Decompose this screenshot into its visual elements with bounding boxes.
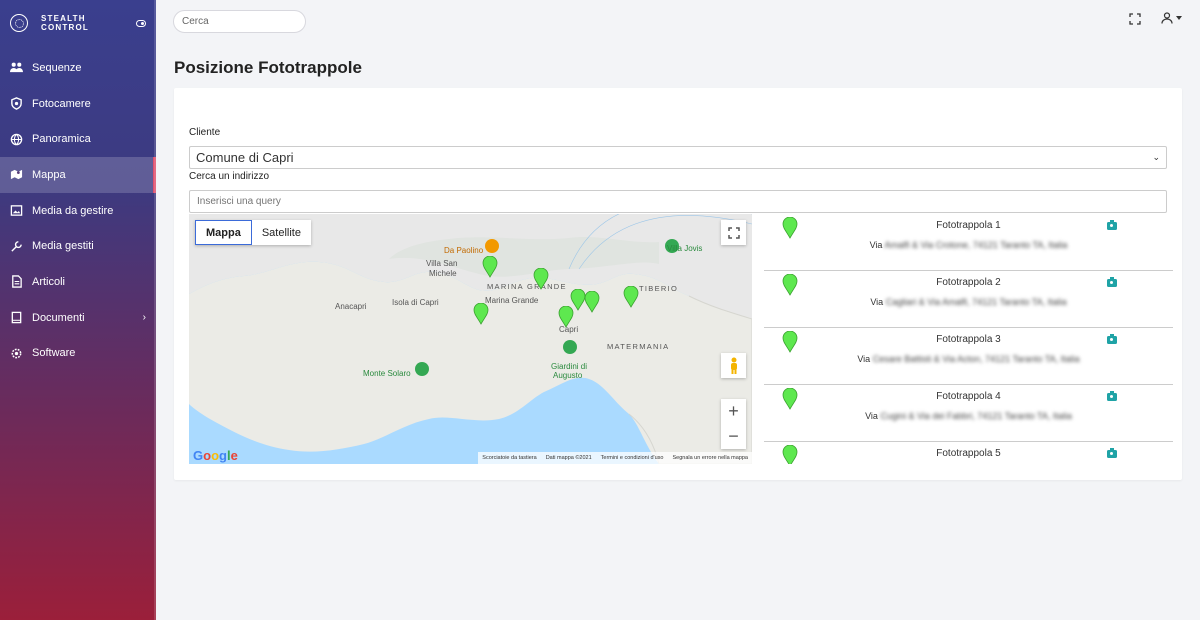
group-icon — [10, 61, 23, 74]
trap-marker[interactable] — [558, 306, 574, 328]
map-label-marina-grande: Marina Grande — [485, 296, 539, 305]
pegman-icon — [730, 357, 737, 374]
list-item[interactable]: Fototrappola 2 Via Cagliari & Via Amalfi… — [764, 271, 1173, 328]
wrench-icon — [10, 240, 23, 253]
report-error-link[interactable]: Segnala un errore nella mappa — [672, 455, 748, 461]
trap-marker[interactable] — [623, 286, 639, 308]
search-input[interactable] — [173, 10, 306, 33]
page-title: Posizione Fototrappole — [174, 58, 362, 77]
sidebar-item-sequenze[interactable]: Sequenze — [0, 50, 156, 86]
map-label-anacapri: Anacapri — [335, 302, 367, 311]
trap-marker[interactable] — [473, 303, 489, 325]
map-label-monte-solaro: Monte Solaro — [363, 369, 411, 378]
map-type-satellite-button[interactable]: Satellite — [252, 220, 311, 245]
globe-icon — [10, 133, 23, 146]
sidebar-item-articoli[interactable]: Articoli — [0, 264, 156, 300]
camera-icon[interactable] — [1107, 220, 1117, 230]
zoom-out-button[interactable]: − — [721, 424, 746, 449]
sidebar-item-label: Media gestiti — [32, 240, 94, 253]
camera-icon[interactable] — [1107, 391, 1117, 401]
brand-logo-icon — [10, 14, 28, 32]
caret-down-icon — [1176, 16, 1182, 20]
map-label-matermania: MATERMANIA — [607, 342, 670, 351]
map-label-marina-grande-caps: MARINA GRANDE — [487, 282, 567, 291]
chevron-down-icon: ⌄ — [1152, 152, 1160, 162]
list-item[interactable]: Fototrappola 5 — [764, 442, 1173, 464]
zoom-in-button[interactable]: + — [721, 399, 746, 424]
trap-marker[interactable] — [584, 291, 600, 313]
address-query-input[interactable] — [189, 190, 1167, 213]
list-item[interactable]: Fototrappola 3 Via Cesare Battisti & Via… — [764, 328, 1173, 385]
camera-icon[interactable] — [1107, 448, 1117, 458]
sidebar-item-label: Articoli — [32, 275, 66, 288]
address-label: Cerca un indirizzo — [189, 171, 270, 182]
user-icon — [1161, 12, 1173, 24]
map-icon — [10, 168, 23, 181]
map-type-map-button[interactable]: Mappa — [195, 220, 252, 245]
sidebar-item-fotocamere[interactable]: Fotocamere — [0, 86, 156, 122]
sidebar-item-media-da-gestire[interactable]: Media da gestire — [0, 193, 156, 229]
map-fullscreen-button[interactable] — [721, 220, 746, 245]
trap-list: Fototrappola 1 Via Amalfi & Via Crotone,… — [764, 214, 1173, 464]
sidebar-item-panoramica[interactable]: Panoramica — [0, 121, 156, 157]
fullscreen-icon[interactable] — [1129, 12, 1141, 25]
sidebar-item-software[interactable]: Software — [0, 336, 156, 372]
map-label-isola: Isola di Capri — [392, 298, 439, 307]
trap-marker[interactable] — [482, 256, 498, 278]
client-select[interactable]: Comune di Capri ⌄ — [189, 146, 1167, 169]
trap-address: Via Cugini & Via dei Fabbri, 74121 Taran… — [865, 411, 1072, 421]
document-icon — [10, 275, 23, 289]
settings-icon — [10, 347, 23, 360]
sidebar-item-label: Media da gestire — [32, 204, 114, 217]
trap-address: Via Cagliari & Via Amalfi, 74121 Taranto… — [870, 297, 1067, 307]
camera-icon[interactable] — [1107, 334, 1117, 344]
chevron-right-icon: › — [142, 312, 146, 324]
map-label-da-paolino: Da Paolino — [444, 246, 484, 255]
map-label-tiberio: TIBERIO — [639, 284, 679, 293]
client-select-value: Comune di Capri — [196, 150, 294, 165]
sidebar-toggle-icon[interactable] — [136, 19, 146, 27]
sidebar-item-label: Software — [32, 347, 76, 360]
sidebar-item-label: Fotocamere — [32, 97, 91, 110]
map-label-giardini: Giardini di — [551, 362, 588, 371]
google-logo: Google — [193, 448, 238, 463]
client-label: Cliente — [189, 127, 221, 138]
sidebar: STEALTH CONTROL Sequenze Fotocamere Pano… — [0, 0, 156, 620]
street-view-button[interactable] — [721, 353, 746, 378]
book-icon — [10, 311, 23, 324]
list-item[interactable]: Fototrappola 4 Via Cugini & Via dei Fabb… — [764, 385, 1173, 442]
trap-marker[interactable] — [533, 268, 549, 290]
sidebar-item-label: Panoramica — [32, 133, 91, 146]
trap-address: Via Amalfi & Via Crotone, 74121 Taranto … — [869, 240, 1068, 250]
terms-link[interactable]: Termini e condizioni d'uso — [601, 455, 664, 461]
brand-name: STEALTH CONTROL — [41, 14, 89, 32]
sidebar-item-mappa[interactable]: Mappa — [0, 157, 156, 193]
user-menu[interactable] — [1161, 12, 1182, 24]
sidebar-item-label: Sequenze — [32, 61, 82, 74]
brand: STEALTH CONTROL — [0, 0, 156, 46]
map-label-villa-san-michele: Villa San — [426, 259, 458, 268]
image-icon — [10, 204, 23, 217]
map-type-control: Mappa Satellite — [195, 220, 311, 245]
map-data-text: Dati mappa ©2021 — [545, 455, 592, 461]
sidebar-item-media-gestiti[interactable]: Media gestiti — [0, 228, 156, 264]
map-attribution: Scorciatoie da tastiera Dati mappa ©2021… — [478, 452, 752, 464]
trap-address: Via Cesare Battisti & Via Acton, 74121 T… — [857, 354, 1080, 364]
map-label-villa-jovis: Villa Jovis — [667, 244, 703, 253]
fullscreen-icon — [727, 226, 740, 239]
sidebar-item-documenti[interactable]: Documenti › — [0, 300, 156, 336]
sidebar-item-label: Documenti — [32, 311, 85, 324]
list-item[interactable]: Fototrappola 1 Via Amalfi & Via Crotone,… — [764, 214, 1173, 271]
sidebar-nav: Sequenze Fotocamere Panoramica Mappa Med… — [0, 50, 156, 371]
camera-icon[interactable] — [1107, 277, 1117, 287]
topbar-actions — [1129, 12, 1182, 25]
zoom-control: + − — [721, 399, 746, 449]
map-view[interactable]: Villa San Michele Anacapri Isola di Capr… — [189, 214, 752, 464]
map-label-villa-san-michele-2: Michele — [429, 269, 457, 278]
keyboard-shortcuts-link[interactable]: Scorciatoie da tastiera — [482, 455, 536, 461]
map-label-giardini-2: Augusto — [553, 371, 583, 380]
camera-shield-icon — [10, 97, 23, 110]
map-card: Cliente Comune di Capri ⌄ Cerca un indir… — [174, 88, 1182, 480]
sidebar-item-label: Mappa — [32, 168, 66, 181]
